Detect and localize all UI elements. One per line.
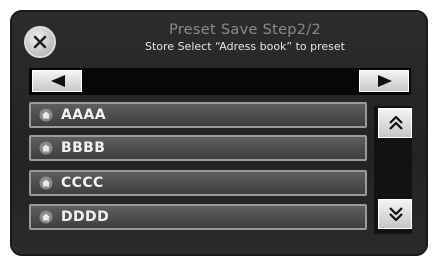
- double-chevron-down-icon: [389, 207, 403, 222]
- arrow-right-icon: [378, 75, 392, 87]
- list-item[interactable]: BBBB: [29, 135, 367, 161]
- house-icon: [39, 176, 53, 190]
- next-page-button[interactable]: [359, 70, 409, 92]
- scroll-up-button[interactable]: [378, 108, 412, 138]
- close-icon: [33, 35, 47, 49]
- list-item-label: DDDD: [61, 209, 110, 225]
- scroll-down-button[interactable]: [378, 199, 412, 229]
- list-item[interactable]: AAAA: [29, 102, 367, 128]
- house-icon: [39, 108, 53, 122]
- close-button[interactable]: [24, 26, 56, 58]
- list-item-label: BBBB: [61, 140, 106, 156]
- double-chevron-up-icon: [389, 115, 403, 130]
- previous-page-button[interactable]: [32, 70, 82, 92]
- page-subtitle: Store Select “Adress book” to preset: [145, 40, 345, 53]
- house-icon: [39, 141, 53, 155]
- list-item[interactable]: CCCC: [29, 170, 367, 196]
- list-item-label: AAAA: [61, 107, 106, 123]
- list-item[interactable]: DDDD: [29, 204, 367, 230]
- arrow-left-icon: [51, 75, 65, 87]
- page-navigation-bar: [29, 68, 411, 95]
- list-item-label: CCCC: [61, 175, 104, 191]
- page-title: Preset Save Step2/2: [168, 22, 322, 38]
- house-icon: [39, 210, 53, 224]
